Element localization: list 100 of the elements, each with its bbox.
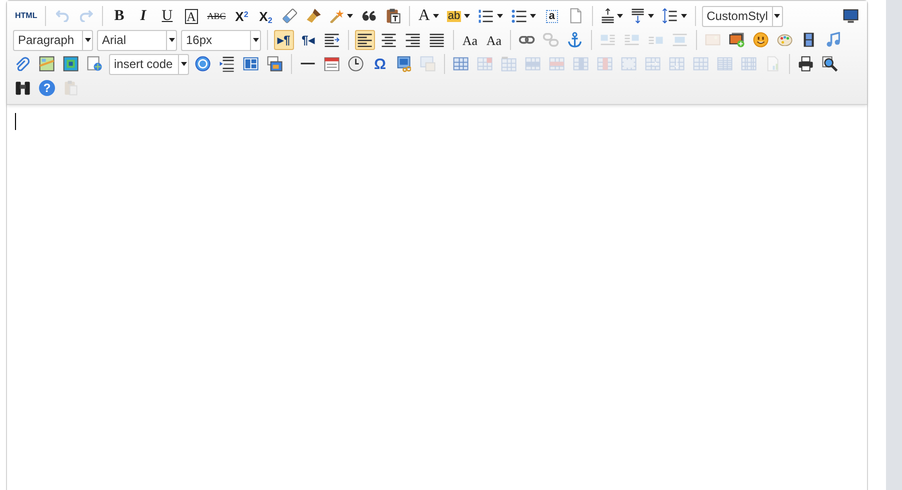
- monitor-icon: [843, 8, 859, 24]
- custom-style-select[interactable]: CustomStyl: [702, 6, 783, 26]
- background-icon: [267, 56, 283, 72]
- insert-row-icon: [525, 57, 541, 71]
- font-color-button[interactable]: A: [416, 6, 441, 26]
- delete-row-icon: [549, 57, 565, 71]
- printer-icon: [798, 56, 814, 72]
- image-left-icon: [600, 34, 616, 46]
- align-left-button[interactable]: [355, 30, 375, 50]
- caret-icon: [680, 14, 687, 18]
- clipboard-icon: [386, 8, 401, 24]
- strikethrough-button[interactable]: ABC: [205, 6, 228, 26]
- map-button[interactable]: [61, 54, 81, 74]
- case-up-button[interactable]: Aa: [460, 30, 480, 50]
- merge-cells-icon: [621, 57, 637, 71]
- delete-table-icon: [477, 57, 493, 71]
- map-icon: [39, 56, 55, 72]
- right-to-left-button[interactable]: ¶◂: [298, 30, 318, 50]
- web-page-button[interactable]: [85, 54, 105, 74]
- wand-icon: [330, 8, 344, 24]
- spacing-bottom-button[interactable]: [629, 6, 656, 26]
- underline-button[interactable]: U: [157, 6, 178, 26]
- page-break-icon: [219, 56, 235, 72]
- split-columns-icon: [741, 57, 757, 71]
- anchor-icon: [568, 32, 582, 48]
- case-down-button[interactable]: Aa: [484, 30, 504, 50]
- quote-icon: [362, 10, 377, 22]
- character-border-button[interactable]: a: [542, 6, 562, 26]
- font-size-select[interactable]: 16px: [181, 30, 261, 50]
- help-button[interactable]: ?: [37, 78, 57, 98]
- line-height-button[interactable]: [660, 6, 689, 26]
- picture-scissors-icon: [396, 56, 412, 72]
- paragraph-format-select[interactable]: Paragraph: [13, 30, 93, 50]
- magnifier-icon: [822, 56, 838, 72]
- indent-icon: [324, 32, 340, 48]
- images-icon: [729, 32, 746, 48]
- caret-icon: [648, 14, 654, 18]
- caret-icon: [617, 14, 624, 18]
- caret-icon: [530, 14, 536, 18]
- horizontal-line-icon: [300, 62, 316, 66]
- line-height-icon: [662, 8, 678, 24]
- background-button[interactable]: [265, 54, 285, 74]
- paperclip-icon: [16, 56, 30, 72]
- clock-icon: [348, 56, 364, 72]
- merge-down-icon: [669, 57, 685, 71]
- clock-button[interactable]: [346, 54, 366, 74]
- page-icon: [570, 8, 582, 24]
- spacing-top-icon: [600, 8, 614, 24]
- spacing-bottom-icon: [631, 8, 646, 24]
- images-button[interactable]: [727, 30, 748, 50]
- bold-button[interactable]: B: [109, 6, 130, 26]
- clipboard-icon: [64, 80, 78, 96]
- caret-icon: [496, 14, 503, 18]
- bulleted-list-icon: [510, 8, 527, 24]
- web-page-icon: [87, 56, 103, 72]
- screenshot-icon: [195, 56, 211, 72]
- page-break-button[interactable]: [217, 54, 237, 74]
- film-icon: [803, 32, 815, 48]
- caret-icon: [464, 14, 470, 18]
- chart-icon: [767, 56, 779, 72]
- image-icon: [705, 34, 721, 46]
- align-right-icon: [405, 32, 421, 48]
- image-none-icon: [648, 36, 664, 44]
- font-family-select[interactable]: Arial: [97, 30, 177, 50]
- delete-column-icon: [597, 57, 613, 71]
- superscript-button[interactable]: X$^{2}$: [232, 6, 252, 26]
- emoticon-icon: [753, 32, 769, 48]
- special-character-button[interactable]: Ω: [370, 54, 390, 74]
- subscript-button[interactable]: X$_{2}$: [256, 6, 276, 26]
- table-icon: [453, 57, 469, 71]
- left-to-right-button[interactable]: ▸¶: [274, 30, 294, 50]
- emoticon-button[interactable]: [751, 30, 772, 50]
- brush-icon: [306, 8, 322, 24]
- highlight-button[interactable]: ab: [444, 6, 472, 26]
- split-rows-icon: [717, 57, 733, 71]
- insert-code-select[interactable]: insert code: [109, 54, 189, 74]
- image-center-icon: [672, 33, 688, 47]
- screenshot-button[interactable]: [193, 54, 213, 74]
- map-icon: [63, 56, 79, 72]
- split-cells-icon: [693, 57, 709, 71]
- merge-right-icon: [645, 57, 661, 71]
- table-caption-icon: [501, 56, 517, 72]
- link-icon: [519, 36, 535, 44]
- template-icon: [243, 57, 259, 71]
- font-border-button[interactable]: A: [181, 6, 202, 26]
- html-button[interactable]: HTML: [13, 6, 40, 26]
- unlink-icon: [543, 33, 559, 47]
- printer-button[interactable]: [796, 54, 816, 74]
- magnifier-button[interactable]: [820, 54, 840, 74]
- document-icon: [420, 56, 436, 72]
- music-note-icon: [826, 32, 840, 48]
- redo-icon: [80, 10, 93, 22]
- align-left-icon: [357, 32, 373, 48]
- italic-button[interactable]: I: [133, 6, 154, 26]
- binoculars-icon: [15, 80, 31, 96]
- numbered-list-icon: [478, 8, 494, 24]
- map-button[interactable]: [37, 54, 57, 74]
- justify-icon: [429, 32, 445, 48]
- caret-icon: [432, 14, 439, 18]
- image-right-icon: [624, 34, 640, 46]
